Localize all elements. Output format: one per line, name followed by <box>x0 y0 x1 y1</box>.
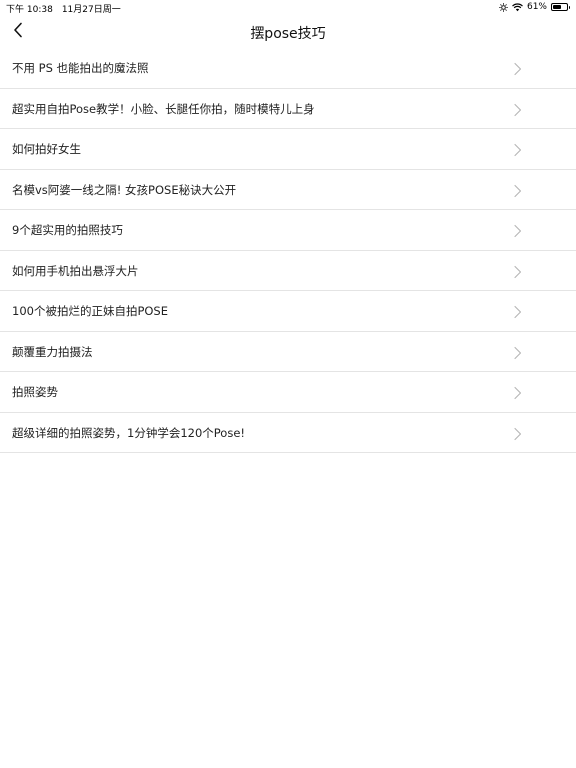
chevron-right-icon <box>513 345 523 359</box>
chevron-right-icon <box>513 183 523 197</box>
status-bar: 下午 10:38 11月27日周一 61% <box>0 0 576 16</box>
status-date: 11月27日周一 <box>61 5 121 15</box>
battery-icon <box>551 3 570 11</box>
battery-level-fill <box>553 5 561 9</box>
list-item-label: 100个被拍烂的正妹自拍POSE <box>12 304 169 318</box>
list-item-label: 如何用手机拍出悬浮大片 <box>12 263 139 278</box>
status-right: 61% <box>499 2 570 12</box>
list-item-label: 9个超实用的拍照技巧 <box>12 223 123 237</box>
list-item[interactable]: 9个超实用的拍照技巧 <box>0 210 576 251</box>
list-item-label: 名模vs阿婆一线之隔! 女孩POSE秘诀大公开 <box>12 182 237 197</box>
status-left: 下午 10:38 11月27日周一 <box>6 2 121 15</box>
battery-percent: 61% <box>526 2 547 12</box>
list-item-label: 不用 PS 也能拍出的魔法照 <box>12 61 149 75</box>
list-item[interactable]: 颠覆重力拍摄法 <box>0 332 576 372</box>
list-item[interactable]: 100个被拍烂的正妹自拍POSE <box>0 291 576 332</box>
list-item-label: 颠覆重力拍摄法 <box>12 344 93 359</box>
list-item-label: 超级详细的拍照姿势，1分钟学会120个Pose! <box>12 425 246 440</box>
brightness-icon <box>499 2 508 12</box>
chevron-right-icon <box>513 223 523 238</box>
list-item-label: 超实用自拍Pose教学！小脸、长腿任你拍，随时模特儿上身 <box>12 101 315 116</box>
list-item-label: 拍照姿势 <box>12 385 58 399</box>
nav-bar: 摆pose技巧 <box>0 16 576 48</box>
status-time: 下午 10:38 <box>6 5 53 15</box>
list-item[interactable]: 如何用手机拍出悬浮大片 <box>0 251 576 291</box>
list-item-label: 如何拍好女生 <box>12 142 81 156</box>
chevron-right-icon <box>513 61 523 76</box>
list-item[interactable]: 超实用自拍Pose教学！小脸、长腿任你拍，随时模特儿上身 <box>0 89 576 129</box>
chevron-right-icon <box>513 142 523 157</box>
chevron-right-icon <box>513 102 523 116</box>
chevron-right-icon <box>513 385 523 400</box>
wifi-icon <box>512 2 523 12</box>
article-list: 不用 PS 也能拍出的魔法照超实用自拍Pose教学！小脸、长腿任你拍，随时模特儿… <box>0 48 576 453</box>
list-item[interactable]: 如何拍好女生 <box>0 129 576 170</box>
list-item[interactable]: 超级详细的拍照姿势，1分钟学会120个Pose! <box>0 413 576 453</box>
page-title: 摆pose技巧 <box>250 26 326 42</box>
chevron-right-icon <box>513 304 523 319</box>
list-item[interactable]: 拍照姿势 <box>0 372 576 413</box>
chevron-right-icon <box>513 426 523 440</box>
list-item[interactable]: 不用 PS 也能拍出的魔法照 <box>0 48 576 89</box>
list-item[interactable]: 名模vs阿婆一线之隔! 女孩POSE秘诀大公开 <box>0 170 576 210</box>
chevron-right-icon <box>513 264 523 278</box>
